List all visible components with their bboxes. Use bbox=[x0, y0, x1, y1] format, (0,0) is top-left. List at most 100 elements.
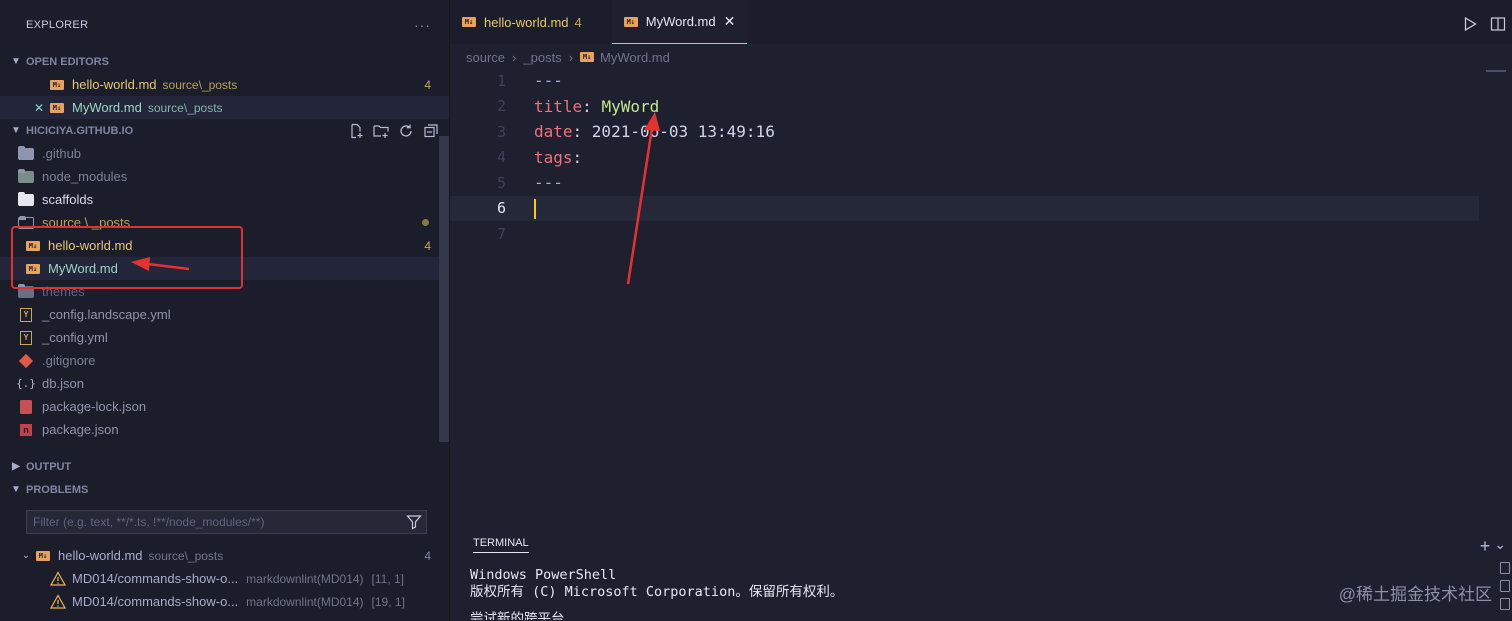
tree-item-file[interactable]: package-lock.json bbox=[0, 395, 449, 418]
folder-icon bbox=[18, 283, 34, 299]
terminal-list-icon[interactable] bbox=[1500, 598, 1510, 610]
open-editor-name: hello-world.md bbox=[72, 77, 157, 92]
open-editor-name: MyWord.md bbox=[72, 100, 142, 115]
explorer-scrollbar[interactable] bbox=[439, 136, 449, 442]
terminal-output[interactable]: Windows PowerShell 版权所有 (C) Microsoft Co… bbox=[470, 567, 843, 620]
line-number: 3 bbox=[496, 122, 506, 141]
tree-item-label: _config.landscape.yml bbox=[42, 307, 171, 322]
chevron-right-icon: ▶ bbox=[12, 461, 20, 472]
tree-item-label: source \ _posts bbox=[42, 215, 131, 230]
tree-item-label: hello-world.md bbox=[48, 238, 133, 253]
new-file-icon[interactable] bbox=[348, 123, 364, 139]
open-editor-path: source\_posts bbox=[147, 100, 223, 115]
terminal-line: 版权所有 (C) Microsoft Corporation。保留所有权利。 bbox=[470, 584, 844, 600]
panel-side-icons bbox=[1500, 562, 1512, 610]
code-line: 7 bbox=[450, 221, 1512, 247]
tree-item-file[interactable]: Y _config.landscape.yml bbox=[0, 303, 449, 326]
markdown-file-icon: M↓ bbox=[26, 263, 40, 274]
breadcrumb-item[interactable]: _posts bbox=[523, 50, 561, 65]
problem-item[interactable]: MD014/commands-show-o... markdownlint(MD… bbox=[0, 567, 449, 590]
tab-terminal[interactable]: TERMINAL bbox=[473, 537, 529, 553]
chevron-right-icon: › bbox=[568, 49, 574, 65]
split-editor-icon[interactable] bbox=[1490, 16, 1506, 35]
problems-filter-input[interactable] bbox=[33, 515, 393, 529]
terminal-line: Windows PowerShell bbox=[470, 567, 617, 583]
problem-file-row[interactable]: ⌄ M↓ hello-world.md source\_posts 4 bbox=[0, 544, 449, 567]
tree-item-file[interactable]: Y _config.yml bbox=[0, 326, 449, 349]
text-cursor bbox=[534, 198, 536, 219]
problems-title: PROBLEMS bbox=[26, 483, 89, 496]
code-line: 1 --- bbox=[450, 68, 1512, 94]
yaml-key: tags bbox=[534, 147, 573, 167]
minimap[interactable] bbox=[1486, 70, 1506, 72]
folder-open-icon bbox=[18, 215, 34, 230]
chevron-down-icon: ▼ bbox=[11, 125, 21, 136]
run-icon[interactable] bbox=[1462, 16, 1478, 35]
tree-item-file[interactable]: .gitignore bbox=[0, 349, 449, 372]
code-editor[interactable]: 1 --- 2 title: MyWord 3 date: 2021-06-03… bbox=[450, 68, 1512, 247]
tree-item-file[interactable]: M↓ MyWord.md bbox=[0, 257, 449, 280]
more-actions-icon[interactable]: ··· bbox=[414, 17, 431, 33]
folder-icon bbox=[18, 145, 34, 161]
close-icon[interactable]: ✕ bbox=[724, 13, 736, 30]
open-editors-section-header[interactable]: ▼ OPEN EDITORS bbox=[0, 50, 449, 73]
problem-position: [19, 1] bbox=[371, 594, 405, 609]
tree-item-label: MyWord.md bbox=[48, 261, 118, 276]
output-title: OUTPUT bbox=[26, 460, 72, 473]
problem-file-path: source\_posts bbox=[148, 548, 224, 563]
problems-section-header[interactable]: ▼ PROBLEMS bbox=[0, 478, 449, 501]
tree-item-file[interactable]: n package.json bbox=[0, 418, 449, 441]
filter-icon[interactable] bbox=[406, 514, 422, 533]
markdown-file-icon: M↓ bbox=[580, 52, 595, 62]
problem-count-badge: 4 bbox=[424, 77, 431, 92]
tree-item-file[interactable]: {.} db.json bbox=[0, 372, 449, 395]
add-terminal-icon[interactable]: + bbox=[1480, 536, 1491, 557]
project-title: HICICIYA.GITHUB.IO bbox=[26, 124, 134, 137]
breadcrumb-item[interactable]: MyWord.md bbox=[600, 50, 670, 65]
panel-header: TERMINAL + ⌄ bbox=[450, 530, 1512, 560]
breadcrumb: source › _posts › M↓ MyWord.md bbox=[466, 46, 670, 68]
output-section-header[interactable]: ▶ OUTPUT bbox=[0, 455, 449, 478]
code-line: 3 date: 2021-06-03 13:49:16 bbox=[450, 119, 1512, 145]
terminal-list-icon[interactable] bbox=[1500, 580, 1510, 592]
tree-item-label: package.json bbox=[42, 422, 119, 437]
markdown-file-icon: M↓ bbox=[50, 79, 64, 90]
problem-file-name: hello-world.md bbox=[58, 548, 143, 563]
tree-item-folder-open[interactable]: source \ _posts bbox=[0, 211, 449, 234]
yaml-value: MyWord bbox=[601, 96, 660, 116]
node-folder-icon bbox=[18, 168, 34, 184]
explorer-header: EXPLORER ··· bbox=[0, 0, 449, 50]
problem-item[interactable]: MD014/commands-show-o... markdownlint(MD… bbox=[0, 590, 449, 613]
tab-hello-world[interactable]: M↓ hello-world.md 4 bbox=[450, 0, 594, 44]
tree-item-folder[interactable]: node_modules bbox=[0, 165, 449, 188]
refresh-icon[interactable] bbox=[398, 123, 414, 139]
tab-myword[interactable]: M↓ MyWord.md ✕ bbox=[611, 0, 748, 44]
collapse-all-icon[interactable] bbox=[423, 123, 439, 139]
tree-item-label: themes bbox=[42, 284, 85, 299]
tree-item-label: package-lock.json bbox=[42, 399, 147, 414]
terminal-list-icon[interactable] bbox=[1500, 562, 1510, 574]
line-number: 4 bbox=[496, 148, 506, 167]
yaml-key: date bbox=[534, 122, 573, 142]
chevron-down-icon[interactable]: ⌄ bbox=[1494, 536, 1506, 557]
problem-source: markdownlint(MD014) bbox=[246, 571, 364, 586]
modified-dot bbox=[422, 219, 429, 226]
chevron-right-icon: › bbox=[512, 49, 517, 65]
editor-actions bbox=[1462, 16, 1506, 35]
open-editor-item[interactable]: ✕ M↓ MyWord.md source\_posts bbox=[0, 96, 449, 119]
close-icon[interactable]: ✕ bbox=[32, 101, 46, 115]
tree-item-file[interactable]: M↓ hello-world.md 4 bbox=[0, 234, 449, 257]
open-editor-item[interactable]: M↓ hello-world.md source\_posts 4 bbox=[0, 73, 449, 96]
json-file-icon: {.} bbox=[16, 377, 36, 390]
project-section-header[interactable]: ▼ HICICIYA.GITHUB.IO bbox=[0, 119, 449, 142]
tree-item-folder[interactable]: .github bbox=[0, 142, 449, 165]
tree-item-folder[interactable]: scaffolds bbox=[0, 188, 449, 211]
new-folder-icon[interactable] bbox=[373, 123, 389, 139]
line-content: --- bbox=[534, 173, 563, 193]
tree-item-folder[interactable]: themes bbox=[0, 280, 449, 303]
tree-item-label: db.json bbox=[42, 376, 84, 391]
project-actions bbox=[348, 123, 449, 139]
line-number: 2 bbox=[496, 97, 506, 116]
breadcrumb-item[interactable]: source bbox=[466, 50, 505, 65]
